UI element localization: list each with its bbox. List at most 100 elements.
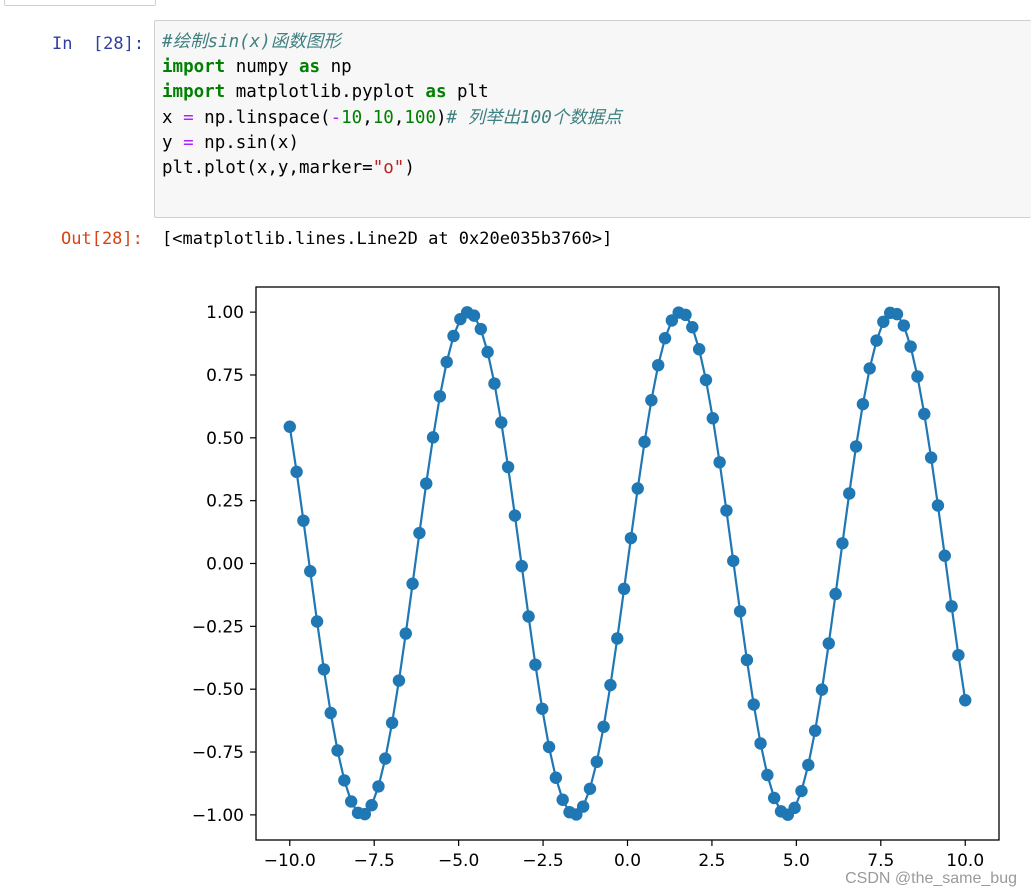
x-tick-label: 2.5 [698, 851, 725, 871]
data-point-marker [897, 319, 911, 332]
data-point-marker [815, 683, 829, 696]
y-tick-label: 1.00 [206, 303, 244, 323]
x-tick-label: 7.5 [867, 851, 894, 871]
data-point-marker [501, 460, 515, 474]
data-point-marker [706, 412, 719, 425]
x-tick-label: −10.0 [264, 851, 316, 871]
data-point-marker [904, 340, 917, 353]
data-point-marker [952, 648, 965, 662]
data-point-marker [365, 799, 378, 812]
data-point-marker [372, 780, 385, 793]
data-point-marker [495, 416, 508, 429]
x-tick-label: 10.0 [946, 851, 984, 871]
data-point-marker [843, 487, 856, 500]
data-point-marker [945, 600, 958, 613]
data-point-marker [645, 394, 658, 407]
sine-series-line [288, 310, 967, 817]
x-tick-label: 0.0 [614, 851, 641, 871]
data-point-marker [802, 758, 815, 772]
data-point-marker [413, 526, 426, 540]
data-point-marker [399, 627, 412, 640]
data-point-marker [583, 782, 597, 795]
y-tick-label: −1.00 [192, 806, 244, 826]
data-point-marker [856, 397, 870, 411]
data-point-marker [658, 332, 672, 345]
data-point-marker [652, 358, 665, 372]
data-point-marker [488, 377, 501, 390]
x-tick-label: 5.0 [783, 851, 810, 871]
data-point-marker [849, 440, 863, 453]
data-point-marker [699, 373, 713, 387]
x-tick-label: −2.5 [522, 851, 563, 871]
y-tick-label: 0.50 [206, 429, 244, 449]
data-point-marker [481, 345, 494, 359]
data-point-marker [692, 343, 706, 356]
data-point-marker [924, 451, 938, 464]
data-point-marker [406, 577, 419, 590]
data-point-marker [836, 537, 849, 550]
data-point-marker [542, 740, 556, 754]
data-point-marker [549, 771, 563, 784]
data-point-marker [576, 800, 590, 813]
data-point-marker [870, 334, 883, 347]
data-point-marker [679, 308, 692, 322]
data-point-marker [379, 752, 392, 765]
data-point-marker [508, 509, 522, 522]
data-point-marker [440, 355, 453, 369]
data-point-marker [638, 435, 651, 449]
data-point-marker [617, 582, 631, 596]
data-point-marker [290, 465, 303, 479]
data-point-marker [338, 774, 351, 787]
data-point-marker [829, 587, 842, 601]
data-point-marker [624, 531, 638, 545]
data-point-marker [433, 390, 447, 403]
series-line-layer [288, 310, 967, 817]
data-point-marker [959, 694, 972, 707]
y-tick-label: −0.75 [192, 743, 244, 763]
data-point-marker [467, 309, 481, 322]
data-point-marker [324, 706, 337, 720]
data-point-marker [931, 499, 945, 512]
data-point-marker [747, 698, 760, 711]
data-point-marker [631, 482, 644, 495]
data-point-marker [297, 514, 310, 527]
data-point-marker [808, 724, 822, 737]
data-point-marker [344, 795, 358, 808]
y-tick-label: −0.50 [192, 680, 244, 700]
data-point-marker [522, 610, 535, 623]
y-tick-label: 0.00 [206, 555, 244, 575]
data-point-marker [740, 653, 754, 667]
data-point-marker [761, 768, 774, 782]
data-point-marker [310, 615, 324, 628]
data-point-marker [474, 322, 488, 336]
data-point-marker [767, 791, 781, 805]
y-tick-label: −0.25 [192, 617, 244, 637]
data-point-marker [863, 362, 876, 375]
x-tick-label: −7.5 [354, 851, 395, 871]
data-point-marker [720, 504, 733, 517]
watermark: CSDN @the_same_bug [845, 870, 1017, 887]
data-point-marker [727, 554, 740, 568]
data-point-marker [515, 559, 528, 573]
data-point-marker [590, 755, 603, 769]
data-point-marker [597, 720, 610, 733]
data-point-marker [713, 456, 726, 469]
data-point-marker [317, 663, 331, 676]
data-point-marker [822, 637, 835, 650]
data-point-marker [604, 678, 617, 692]
data-point-marker [556, 793, 569, 806]
data-point-marker [447, 329, 460, 343]
data-point-marker [795, 784, 808, 798]
data-point-marker [938, 549, 951, 562]
data-point-marker [686, 321, 699, 334]
data-point-marker [733, 605, 747, 618]
data-point-marker [536, 702, 549, 715]
data-point-marker [385, 716, 399, 730]
y-tick-label: 0.75 [206, 366, 244, 386]
data-point-marker [611, 632, 624, 645]
x-tick-label: −5.0 [438, 851, 479, 871]
data-point-marker [392, 674, 406, 687]
data-point-marker [304, 565, 317, 578]
data-point-marker [890, 307, 904, 321]
data-point-marker [788, 801, 801, 815]
